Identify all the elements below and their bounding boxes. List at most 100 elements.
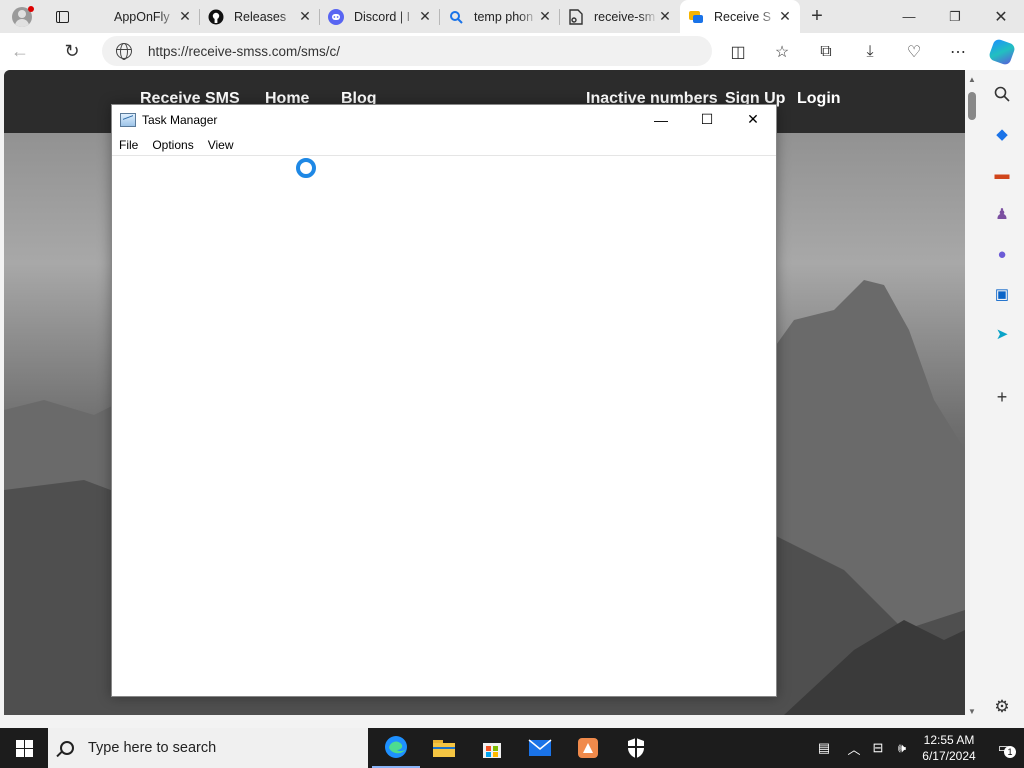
clock[interactable]: 12:55 AM 6/17/2024: [914, 732, 984, 764]
app-icon[interactable]: [564, 728, 612, 768]
receive-sms-icon: [688, 9, 704, 25]
task-manager-menubar: File Options View: [112, 134, 776, 156]
tab-discord[interactable]: Discord | I ✕: [320, 0, 440, 33]
downloads-icon[interactable]: ⤓: [848, 35, 892, 69]
drop-icon[interactable]: ➤: [990, 322, 1014, 346]
clock-date: 6/17/2024: [922, 749, 976, 763]
nav-login-link[interactable]: Login: [797, 90, 841, 108]
task-manager-title: Task Manager: [142, 112, 218, 127]
search-icon[interactable]: [990, 82, 1014, 106]
vertical-tabs-icon: [55, 10, 69, 23]
task-manager-window: Task Manager — ☐ ✕ File Options View: [111, 104, 777, 697]
menu-file[interactable]: File: [112, 138, 145, 152]
tab-temp-phone[interactable]: temp phon ✕: [440, 0, 560, 33]
network-icon[interactable]: ⊟: [866, 740, 890, 756]
close-tab-icon[interactable]: ✕: [658, 8, 672, 25]
url-text: https://receive-smss.com/sms/c/: [148, 43, 341, 59]
windows-logo-icon: [15, 739, 33, 757]
collections-icon[interactable]: ⧉: [804, 35, 848, 69]
add-icon[interactable]: +: [990, 385, 1014, 409]
refresh-button[interactable]: ↻: [52, 35, 92, 69]
close-window-button[interactable]: ✕: [978, 0, 1024, 33]
split-screen-icon[interactable]: ◫: [716, 35, 760, 69]
close-tab-icon[interactable]: ✕: [538, 8, 552, 25]
tab-title: Discord | I: [354, 9, 411, 24]
task-manager-controls: — ☐ ✕: [638, 105, 776, 134]
settings-gear-icon[interactable]: ⚙: [990, 695, 1014, 719]
restore-button[interactable]: ❐: [932, 0, 978, 33]
scrollbar-thumb[interactable]: [968, 92, 976, 120]
tab-title: Receive S: [714, 9, 771, 24]
system-tray: ▤ ︿ ⊟ 🕪 12:55 AM 6/17/2024 ▭ 1: [806, 728, 1024, 768]
edge-sidebar: ◆ ▬ ♟ ● ▣ ➤ + ⚙: [980, 70, 1024, 720]
search-placeholder: Type here to search: [88, 740, 217, 756]
outlook-icon[interactable]: ▣: [990, 282, 1014, 306]
tab-actions-button[interactable]: [44, 0, 80, 33]
tab-title: Releases: [234, 9, 287, 24]
task-manager-icon: [120, 112, 136, 127]
games-icon[interactable]: ♟: [990, 202, 1014, 226]
back-button[interactable]: ←: [0, 35, 40, 69]
page-icon: [568, 8, 584, 25]
show-hidden-icons-icon[interactable]: ︿: [842, 739, 866, 758]
window-controls: — ❐ ✕: [886, 0, 1024, 33]
address-bar[interactable]: https://receive-smss.com/sms/c/: [102, 36, 712, 66]
tab-strip: AppOnFly ✕ Releases ✕ Discord | I ✕ temp…: [0, 0, 1024, 33]
apponfly-icon: [88, 9, 104, 25]
close-tab-icon[interactable]: ✕: [778, 8, 792, 25]
close-tab-icon[interactable]: ✕: [178, 8, 192, 25]
menu-view[interactable]: View: [201, 138, 241, 152]
microsoft-store-icon[interactable]: [468, 728, 516, 768]
task-manager-titlebar[interactable]: Task Manager — ☐ ✕: [112, 105, 776, 134]
taskbar: Type here to search ▤ ︿ ⊟ 🕪 12:55 AM 6/1…: [0, 728, 1024, 768]
tab-apponfly[interactable]: AppOnFly ✕: [80, 0, 200, 33]
favorites-icon[interactable]: ☆: [760, 35, 804, 69]
more-options-icon[interactable]: ⋯: [936, 35, 980, 69]
taskbar-apps: [372, 728, 660, 768]
tab-title: temp phon: [474, 9, 534, 24]
discord-icon: [328, 8, 344, 25]
clock-time: 12:55 AM: [923, 733, 975, 747]
notification-center-icon[interactable]: ▭ 1: [984, 740, 1024, 758]
browser-essentials-icon[interactable]: ♡: [892, 35, 936, 69]
tools-icon[interactable]: ▬: [990, 162, 1014, 186]
edge-taskbar-icon[interactable]: [372, 728, 420, 768]
search-icon: [60, 741, 74, 755]
minimize-button[interactable]: —: [886, 0, 932, 33]
start-button[interactable]: [0, 728, 48, 768]
tm-minimize-button[interactable]: —: [638, 105, 684, 134]
tab-receive-sms-active[interactable]: Receive S ✕: [680, 0, 800, 33]
tab-releases[interactable]: Releases ✕: [200, 0, 320, 33]
taskbar-search[interactable]: Type here to search: [48, 728, 368, 768]
security-shield-icon[interactable]: [612, 728, 660, 768]
tab-title: AppOnFly: [114, 9, 170, 24]
horizontal-scrollbar: [4, 715, 965, 727]
globe-icon: [116, 43, 132, 60]
vertical-scrollbar[interactable]: ▲ ▼: [965, 70, 979, 718]
github-icon: [208, 9, 224, 25]
tm-maximize-button[interactable]: ☐: [684, 105, 730, 134]
close-tab-icon[interactable]: ✕: [298, 8, 312, 25]
tm-close-button[interactable]: ✕: [730, 105, 776, 134]
notification-dot: [28, 6, 34, 12]
tab-title: receive-sm: [594, 9, 656, 24]
mail-icon[interactable]: [516, 728, 564, 768]
copilot-button[interactable]: [980, 35, 1024, 69]
profile-button[interactable]: [0, 0, 44, 33]
scroll-up-icon[interactable]: ▲: [968, 75, 976, 84]
copilot-icon: [987, 37, 1017, 66]
browser-tools: ◫ ☆ ⧉ ⤓ ♡ ⋯: [716, 33, 1024, 70]
microsoft365-icon[interactable]: ●: [990, 242, 1014, 266]
new-tab-button[interactable]: +: [800, 0, 834, 33]
search-icon: [448, 9, 464, 25]
tab-receive-sms-page[interactable]: receive-sm ✕: [560, 0, 680, 33]
menu-options[interactable]: Options: [145, 138, 200, 152]
toolbar: ← ↻ https://receive-smss.com/sms/c/ ◫ ☆ …: [0, 33, 1024, 70]
file-explorer-icon[interactable]: [420, 728, 468, 768]
shopping-tag-icon[interactable]: ◆: [990, 122, 1014, 146]
notification-count-badge: 1: [1004, 746, 1016, 758]
close-tab-icon[interactable]: ✕: [418, 8, 432, 25]
scroll-down-icon[interactable]: ▼: [968, 707, 976, 716]
news-widget-icon[interactable]: ▤: [806, 740, 842, 756]
volume-icon[interactable]: 🕪: [890, 740, 914, 756]
